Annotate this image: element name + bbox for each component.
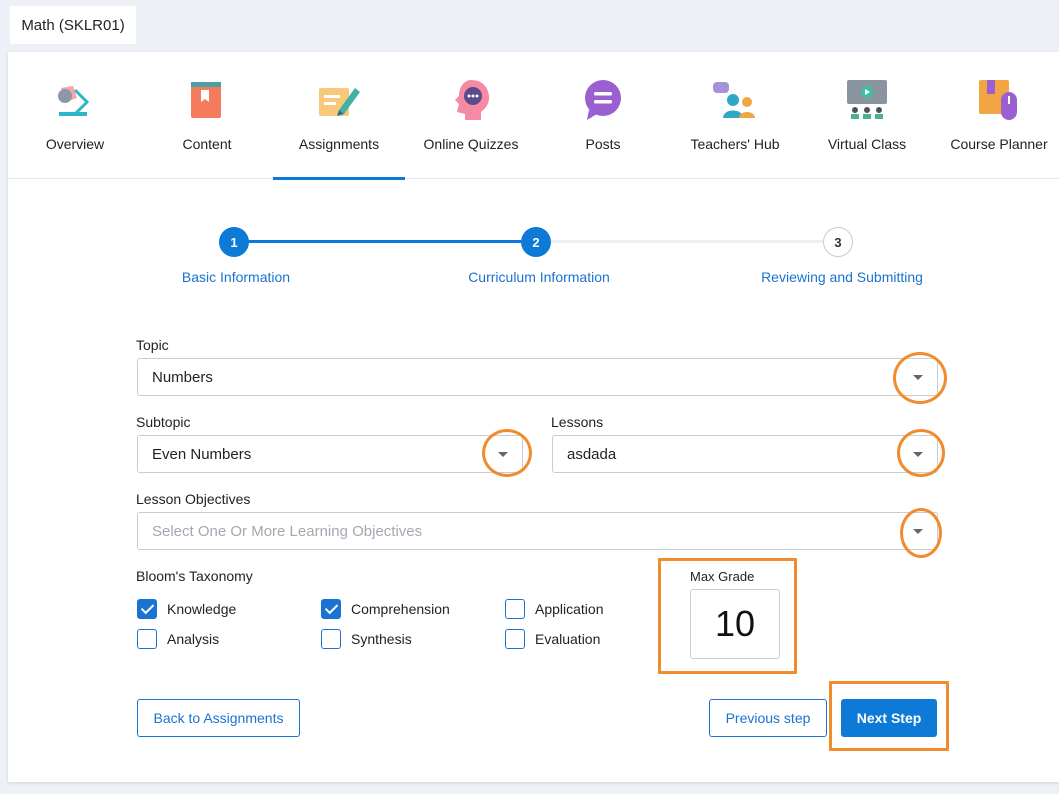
step-3-label[interactable]: Reviewing and Submitting	[761, 269, 923, 285]
assignment-icon	[319, 88, 360, 116]
objectives-label: Lesson Objectives	[136, 491, 251, 507]
checkbox-analysis[interactable]: Analysis	[137, 629, 219, 649]
topic-select[interactable]: Numbers	[137, 358, 938, 396]
checkbox-unchecked-icon[interactable]	[505, 599, 525, 619]
teachers-hub-icon	[713, 82, 755, 118]
blooms-label: Bloom's Taxonomy	[136, 568, 253, 584]
highlight-circle	[900, 508, 942, 558]
tab-label: Virtual Class	[827, 136, 907, 152]
highlight-circle	[897, 429, 945, 477]
tab-assignments[interactable]: Assignments	[273, 52, 405, 180]
checkbox-label: Comprehension	[351, 601, 450, 617]
course-planner-icon	[979, 80, 1017, 120]
tab-label: Teachers' Hub	[690, 136, 780, 152]
step-1-circle[interactable]: 1	[219, 227, 249, 257]
checkbox-unchecked-icon[interactable]	[321, 629, 341, 649]
course-navbar: Overview Content Assignments Online Quiz…	[8, 52, 1059, 180]
max-grade-input[interactable]: 10	[690, 589, 780, 659]
tab-label: Online Quizzes	[423, 136, 519, 152]
assignment-card: Overview Content Assignments Online Quiz…	[8, 52, 1059, 782]
checkbox-label: Application	[535, 601, 604, 617]
tab-content[interactable]: Content	[141, 52, 273, 179]
topic-label: Topic	[136, 337, 169, 353]
subtopic-value: Even Numbers	[152, 445, 252, 463]
checkbox-label: Synthesis	[351, 631, 412, 647]
tab-overview[interactable]: Overview	[9, 52, 141, 179]
tab-course-planner[interactable]: Course Planner	[933, 52, 1059, 179]
subtopic-select[interactable]: Even Numbers	[137, 435, 523, 473]
checkbox-evaluation[interactable]: Evaluation	[505, 629, 600, 649]
tab-online-quizzes[interactable]: Online Quizzes	[405, 52, 537, 179]
virtual-class-icon	[847, 80, 887, 119]
tab-teachers-hub[interactable]: Teachers' Hub	[669, 52, 801, 179]
checkbox-unchecked-icon[interactable]	[505, 629, 525, 649]
back-to-assignments-button[interactable]: Back to Assignments	[137, 699, 300, 737]
step-1-label[interactable]: Basic Information	[182, 269, 290, 285]
tab-label: Overview	[45, 136, 105, 152]
topic-value: Numbers	[152, 368, 213, 386]
step-2-label[interactable]: Curriculum Information	[468, 269, 610, 285]
course-tab[interactable]: Math (SKLR01)	[10, 6, 136, 44]
tab-label: Course Planner	[950, 136, 1048, 152]
checkbox-checked-icon[interactable]	[137, 599, 157, 619]
lessons-value: asdada	[567, 445, 617, 463]
stepper-line-pending	[551, 240, 839, 243]
max-grade-label: Max Grade	[690, 569, 755, 584]
quiz-icon	[455, 80, 489, 120]
tab-virtual-class[interactable]: Virtual Class	[801, 52, 933, 179]
lessons-label: Lessons	[551, 414, 604, 430]
tab-posts[interactable]: Posts	[537, 52, 669, 179]
highlight-circle	[893, 352, 947, 404]
tab-label: Posts	[585, 136, 621, 152]
step-3-circle[interactable]: 3	[823, 227, 853, 257]
book-icon	[191, 82, 221, 118]
step-2-circle[interactable]: 2	[521, 227, 551, 257]
subtopic-label: Subtopic	[136, 414, 191, 430]
checkbox-synthesis[interactable]: Synthesis	[321, 629, 412, 649]
tab-label: Content	[182, 136, 232, 152]
previous-step-button[interactable]: Previous step	[709, 699, 827, 737]
checkbox-unchecked-icon[interactable]	[137, 629, 157, 649]
highlight-circle	[482, 429, 532, 477]
checkbox-label: Knowledge	[167, 601, 237, 617]
checkbox-label: Analysis	[167, 631, 220, 647]
checkbox-comprehension[interactable]: Comprehension	[321, 599, 450, 619]
checkbox-label: Evaluation	[535, 631, 601, 647]
checkbox-knowledge[interactable]: Knowledge	[137, 599, 236, 619]
tab-label: Assignments	[298, 136, 380, 152]
checkbox-application[interactable]: Application	[505, 599, 604, 619]
stepper-line-complete	[248, 240, 536, 243]
objectives-select[interactable]: Select One Or More Learning Objectives	[137, 512, 938, 550]
overview-icon	[58, 86, 90, 116]
objectives-placeholder: Select One Or More Learning Objectives	[152, 522, 423, 540]
highlight-rectangle	[829, 681, 949, 751]
posts-icon	[585, 80, 621, 120]
checkbox-checked-icon[interactable]	[321, 599, 341, 619]
lessons-select[interactable]: asdada	[552, 435, 938, 473]
